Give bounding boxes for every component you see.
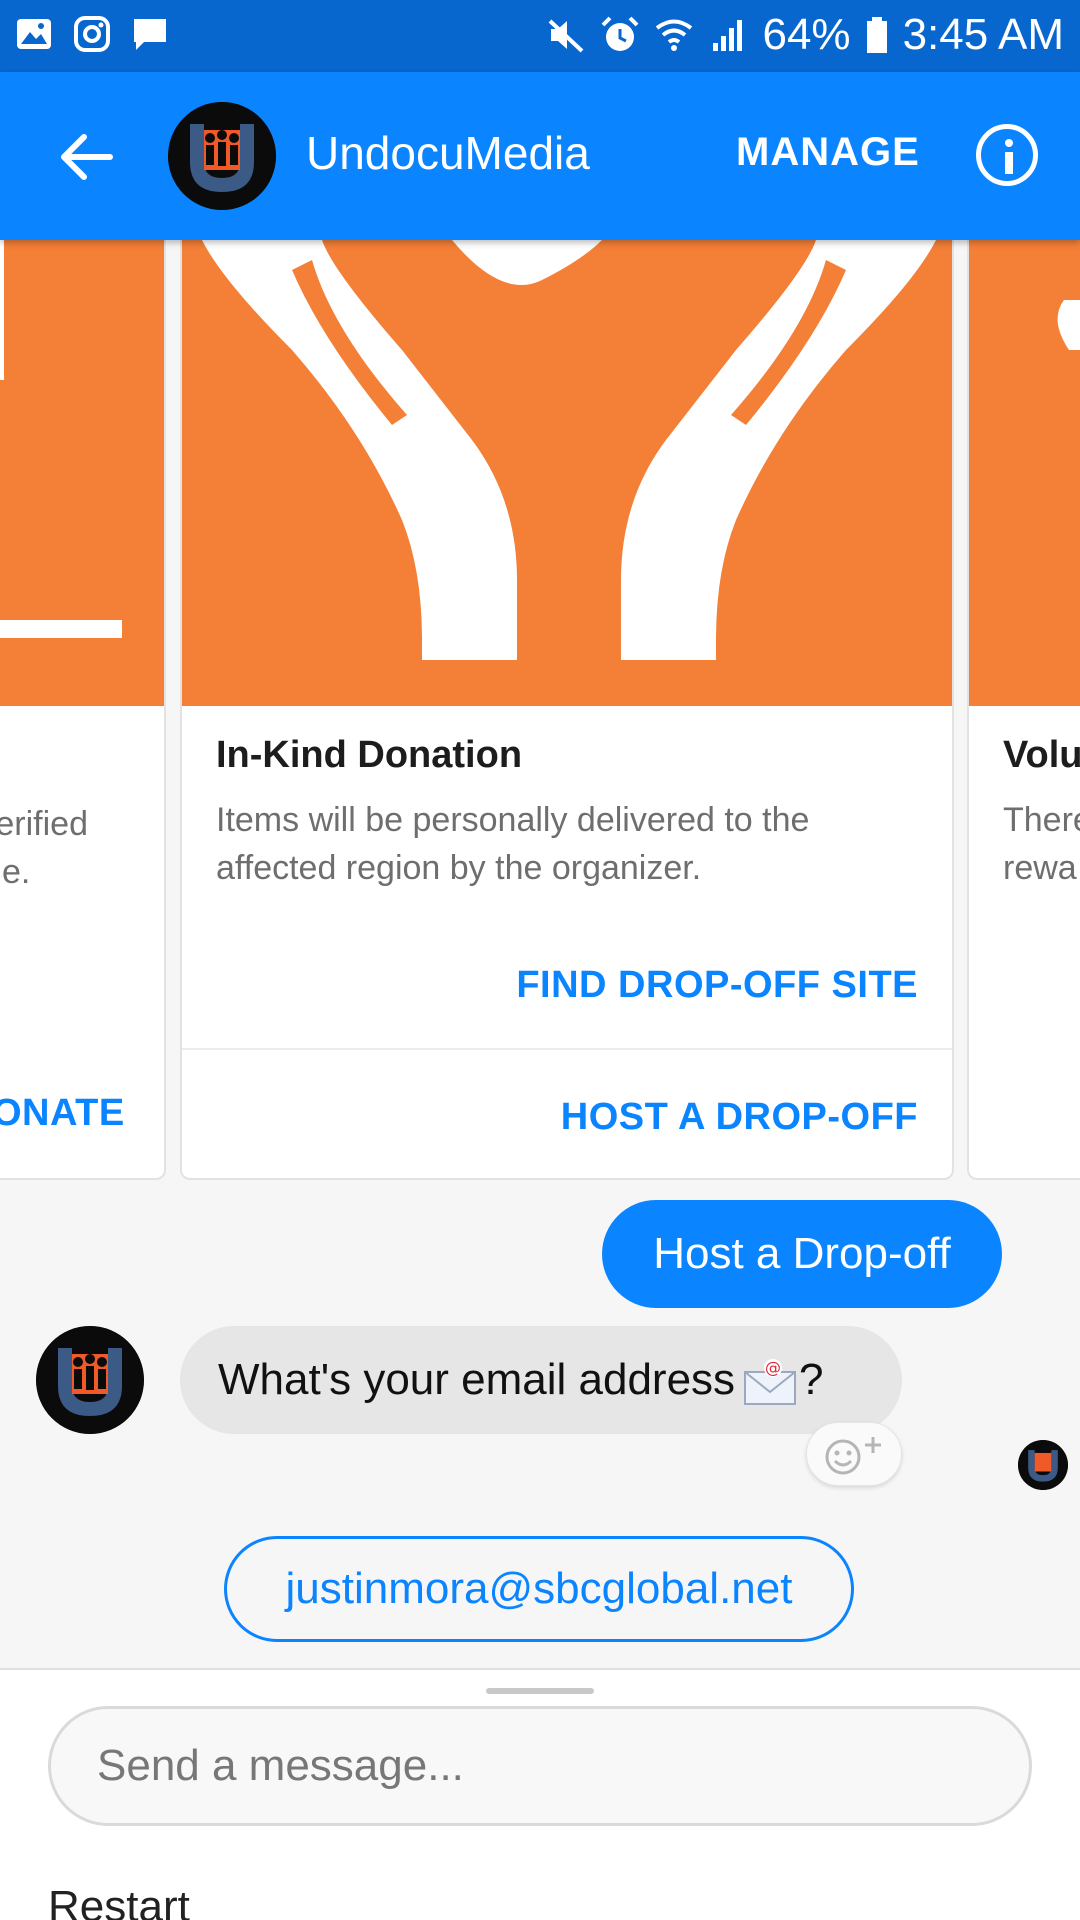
card-desc-line: affected region by the organizer. bbox=[216, 849, 702, 887]
gallery-icon bbox=[14, 14, 54, 54]
battery-icon bbox=[865, 15, 889, 55]
quick-reply-email[interactable]: justinmora@sbcglobal.net bbox=[224, 1536, 854, 1642]
arrow-left-icon bbox=[61, 134, 113, 180]
page-avatar[interactable] bbox=[168, 102, 276, 210]
card-desc-line: e. bbox=[2, 853, 31, 891]
card-image bbox=[969, 240, 1080, 706]
undocumedia-logo-icon bbox=[1018, 1440, 1068, 1490]
undocumedia-logo-icon bbox=[168, 102, 276, 210]
restart-button[interactable]: Restart bbox=[48, 1882, 190, 1920]
mute-icon bbox=[546, 15, 586, 55]
clock: 3:45 AM bbox=[902, 10, 1064, 59]
read-receipt-avatar bbox=[1018, 1440, 1068, 1490]
volunteer-image-icon bbox=[1057, 300, 1080, 350]
undocumedia-logo-icon bbox=[36, 1326, 144, 1434]
card-desc-line: erified bbox=[0, 805, 88, 843]
card-divider bbox=[182, 1048, 952, 1050]
received-message-text: What's your email address bbox=[218, 1355, 736, 1404]
card-desc-line: rewa bbox=[1003, 849, 1077, 887]
info-icon bbox=[1005, 139, 1013, 147]
emoji-add-icon bbox=[825, 1437, 881, 1475]
card-title: Volu bbox=[1003, 734, 1080, 776]
donation-image-icon bbox=[0, 240, 122, 638]
card-desc-line: Items will be personally delivered to th… bbox=[216, 801, 810, 839]
wifi-icon bbox=[654, 15, 694, 55]
drag-handle[interactable] bbox=[486, 1688, 594, 1694]
sent-message-bubble[interactable]: Host a Drop-off bbox=[602, 1200, 1002, 1308]
email-envelope-icon: @ bbox=[743, 1358, 799, 1405]
received-message-bubble[interactable]: What's your email address @ ? bbox=[180, 1326, 902, 1434]
back-button[interactable] bbox=[52, 122, 122, 192]
status-bar: 64% 3:45 AM bbox=[0, 0, 1080, 72]
find-drop-off-site-button[interactable]: FIND DROP-OFF SITE bbox=[516, 964, 918, 1007]
giving-hands-icon bbox=[182, 240, 952, 706]
generic-template-carousel[interactable]: erified e. ONATE In-Kind Donation Items … bbox=[0, 240, 1080, 1180]
host-drop-off-button[interactable]: HOST A DROP-OFF bbox=[561, 1096, 918, 1139]
carousel-card-in-kind-donation[interactable]: In-Kind Donation Items will be personall… bbox=[180, 240, 954, 1180]
carousel-card-right[interactable]: Volu There rewa bbox=[967, 240, 1080, 1180]
received-message-suffix: ? bbox=[799, 1355, 824, 1404]
bot-avatar[interactable] bbox=[36, 1326, 144, 1434]
manage-button[interactable]: MANAGE bbox=[736, 130, 920, 175]
add-reaction-button[interactable] bbox=[806, 1422, 902, 1486]
app-bar: UndocuMedia MANAGE bbox=[0, 72, 1080, 240]
page-title[interactable]: UndocuMedia bbox=[306, 126, 590, 180]
composer: Send a message... Restart bbox=[0, 1668, 1080, 1920]
card-image bbox=[0, 240, 164, 706]
card-title: In-Kind Donation bbox=[216, 734, 523, 776]
card-image bbox=[182, 240, 952, 706]
card-desc-line: There bbox=[1003, 801, 1080, 839]
battery-percent: 64% bbox=[762, 10, 851, 59]
carousel-card-left[interactable]: erified e. ONATE bbox=[0, 240, 166, 1180]
message-icon bbox=[130, 14, 170, 54]
info-button[interactable] bbox=[976, 124, 1038, 186]
donate-button[interactable]: ONATE bbox=[0, 1092, 125, 1135]
signal-icon bbox=[708, 15, 748, 55]
instagram-icon bbox=[72, 14, 112, 54]
alarm-icon bbox=[600, 15, 640, 55]
message-input[interactable]: Send a message... bbox=[48, 1706, 1032, 1826]
svg-text:@: @ bbox=[765, 1358, 781, 1377]
